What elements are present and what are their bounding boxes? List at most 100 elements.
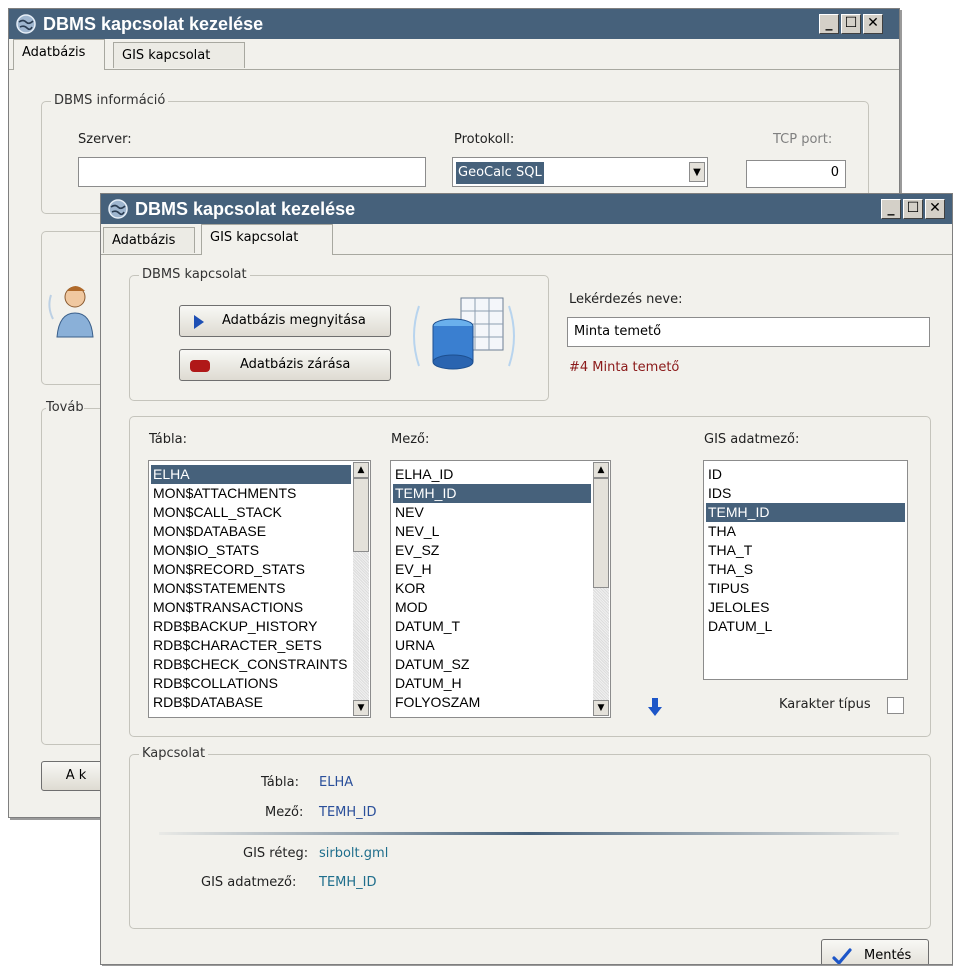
arrow-down-icon[interactable] bbox=[648, 698, 662, 716]
list-item[interactable]: RDB$BACKUP_HISTORY bbox=[151, 617, 317, 636]
list-item[interactable]: JELOLES bbox=[706, 598, 769, 617]
server-input[interactable] bbox=[78, 157, 426, 187]
close-database-label: Adatbázis zárása bbox=[240, 357, 351, 372]
open-database-button[interactable]: Adatbázis megnyitása bbox=[179, 305, 391, 337]
back-tab-adatbazis[interactable]: Adatbázis bbox=[13, 39, 105, 70]
dbms-connection-legend: DBMS kapcsolat bbox=[139, 267, 250, 282]
list-item[interactable]: FOLYOSZAM bbox=[393, 693, 480, 712]
char-type-checkbox[interactable] bbox=[887, 697, 904, 714]
list-item[interactable]: MON$IO_STATS bbox=[151, 541, 259, 560]
query-name-label: Lekérdezés neve: bbox=[569, 292, 683, 307]
list-item[interactable]: EV_H bbox=[393, 560, 432, 579]
conn-gisfield-value: TEMH_ID bbox=[319, 875, 377, 890]
protocol-select[interactable]: GeoCalc SQL ▼ bbox=[452, 157, 708, 187]
list-item[interactable]: DATUM_H bbox=[393, 674, 462, 693]
maximize-button[interactable]: ☐ bbox=[903, 199, 923, 219]
list-item[interactable]: TEMH_ID bbox=[706, 503, 905, 522]
list-item[interactable]: DATUM_SZ bbox=[393, 655, 469, 674]
more-legend: Továb bbox=[46, 400, 84, 415]
globe-app-icon bbox=[108, 199, 128, 219]
globe-app-icon bbox=[16, 14, 36, 34]
field-list-scrollbar[interactable]: ▲ ▼ bbox=[593, 462, 609, 716]
list-item[interactable]: MON$RECORD_STATS bbox=[151, 560, 305, 579]
list-item[interactable]: DATUM_L bbox=[706, 617, 772, 636]
checkmark-icon bbox=[832, 948, 852, 964]
scroll-thumb[interactable] bbox=[593, 478, 609, 588]
server-label: Szerver: bbox=[78, 132, 132, 147]
conn-field-value: TEMH_ID bbox=[319, 805, 377, 820]
list-item[interactable]: MOD bbox=[393, 598, 428, 617]
scroll-down-icon[interactable]: ▼ bbox=[353, 700, 369, 716]
list-item[interactable]: RDB$CHARACTER_SETS bbox=[151, 636, 322, 655]
back-tabstrip: Adatbázis GIS kapcsolat bbox=[9, 39, 899, 70]
database-grid-icon bbox=[413, 297, 515, 370]
gis-field-list[interactable]: ID IDS TEMH_ID THA THA_T THA_S TIPUS JEL… bbox=[703, 460, 908, 680]
tcp-port-label: TCP port: bbox=[773, 132, 833, 147]
scroll-up-icon[interactable]: ▲ bbox=[353, 462, 369, 478]
conn-layer-label: GIS réteg: bbox=[243, 846, 309, 861]
list-item[interactable]: MON$DATABASE bbox=[151, 522, 266, 541]
list-item[interactable]: RDB$COLLATIONS bbox=[151, 674, 278, 693]
front-tab-gis[interactable]: GIS kapcsolat bbox=[201, 224, 333, 255]
close-button[interactable]: ✕ bbox=[863, 14, 883, 34]
back-titlebar[interactable]: DBMS kapcsolat kezelése _ ☐ ✕ bbox=[9, 9, 899, 39]
stop-icon bbox=[190, 360, 210, 372]
list-item[interactable]: EV_SZ bbox=[393, 541, 439, 560]
list-item[interactable]: DATUM_T bbox=[393, 617, 460, 636]
list-item[interactable]: TEMH_ID bbox=[393, 484, 591, 503]
conn-field-label: Mező: bbox=[265, 805, 304, 820]
protocol-value: GeoCalc SQL bbox=[456, 162, 544, 184]
field-label: Mező: bbox=[391, 432, 430, 447]
list-item[interactable]: IDS bbox=[706, 484, 731, 503]
front-tabstrip: Adatbázis GIS kapcsolat bbox=[101, 224, 952, 255]
list-item[interactable]: KOR bbox=[393, 579, 425, 598]
list-item[interactable]: NEV bbox=[393, 503, 424, 522]
list-item[interactable]: THA_T bbox=[706, 541, 752, 560]
back-tab-gis[interactable]: GIS kapcsolat bbox=[113, 42, 245, 68]
close-button[interactable]: ✕ bbox=[925, 199, 945, 219]
table-list-scrollbar[interactable]: ▲ ▼ bbox=[353, 462, 369, 716]
list-item[interactable]: TIPUS bbox=[706, 579, 749, 598]
front-window-title: DBMS kapcsolat kezelése bbox=[135, 199, 356, 219]
query-info-text: #4 Minta temető bbox=[569, 360, 680, 375]
list-item[interactable]: THA bbox=[706, 522, 736, 541]
field-list[interactable]: ELHA_ID TEMH_ID NEV NEV_L EV_SZ EV_H KOR… bbox=[390, 460, 611, 718]
connection-divider bbox=[159, 832, 899, 835]
minimize-button[interactable]: _ bbox=[819, 14, 839, 34]
list-item[interactable]: MON$CALL_STACK bbox=[151, 503, 282, 522]
save-label: Mentés bbox=[864, 948, 912, 963]
connection-legend: Kapcsolat bbox=[139, 746, 209, 761]
scroll-thumb[interactable] bbox=[353, 478, 369, 552]
scroll-down-icon[interactable]: ▼ bbox=[593, 700, 609, 716]
list-item[interactable]: MON$ATTACHMENTS bbox=[151, 484, 296, 503]
list-item[interactable]: THA_S bbox=[706, 560, 753, 579]
front-window: DBMS kapcsolat kezelése _ ☐ ✕ Adatbázis … bbox=[100, 193, 953, 965]
table-list[interactable]: ELHA MON$ATTACHMENTS MON$CALL_STACK MON$… bbox=[148, 460, 371, 718]
list-item[interactable]: RDB$DATABASE bbox=[151, 693, 263, 712]
minimize-button[interactable]: _ bbox=[881, 199, 901, 219]
query-name-input[interactable]: Minta temető bbox=[567, 317, 930, 347]
list-item[interactable]: NEV_L bbox=[393, 522, 439, 541]
chevron-down-icon[interactable]: ▼ bbox=[689, 162, 705, 182]
protocol-label: Protokoll: bbox=[454, 132, 515, 147]
list-item[interactable]: ELHA_ID bbox=[393, 465, 453, 484]
list-item[interactable]: MON$TRANSACTIONS bbox=[151, 598, 303, 617]
list-item[interactable]: ELHA bbox=[151, 465, 351, 484]
tcp-port-input[interactable]: 0 bbox=[746, 160, 846, 188]
front-tab-adatbazis[interactable]: Adatbázis bbox=[103, 227, 195, 253]
scroll-up-icon[interactable]: ▲ bbox=[593, 462, 609, 478]
list-item[interactable]: MON$STATEMENTS bbox=[151, 579, 286, 598]
user-icon bbox=[48, 286, 94, 338]
save-button[interactable]: Mentés bbox=[821, 939, 929, 964]
maximize-button[interactable]: ☐ bbox=[841, 14, 861, 34]
list-item[interactable]: ID bbox=[706, 465, 722, 484]
open-database-label: Adatbázis megnyitása bbox=[222, 313, 366, 328]
list-item[interactable]: URNA bbox=[393, 636, 435, 655]
play-arrow-icon bbox=[194, 315, 204, 329]
dbms-info-legend: DBMS információ bbox=[51, 93, 169, 108]
conn-gisfield-label: GIS adatmező: bbox=[201, 875, 297, 890]
back-more-group: Továb bbox=[41, 400, 101, 745]
close-database-button[interactable]: Adatbázis zárása bbox=[179, 349, 391, 381]
list-item[interactable]: RDB$CHECK_CONSTRAINTS bbox=[151, 655, 351, 674]
front-titlebar[interactable]: DBMS kapcsolat kezelése _ ☐ ✕ bbox=[101, 194, 952, 224]
